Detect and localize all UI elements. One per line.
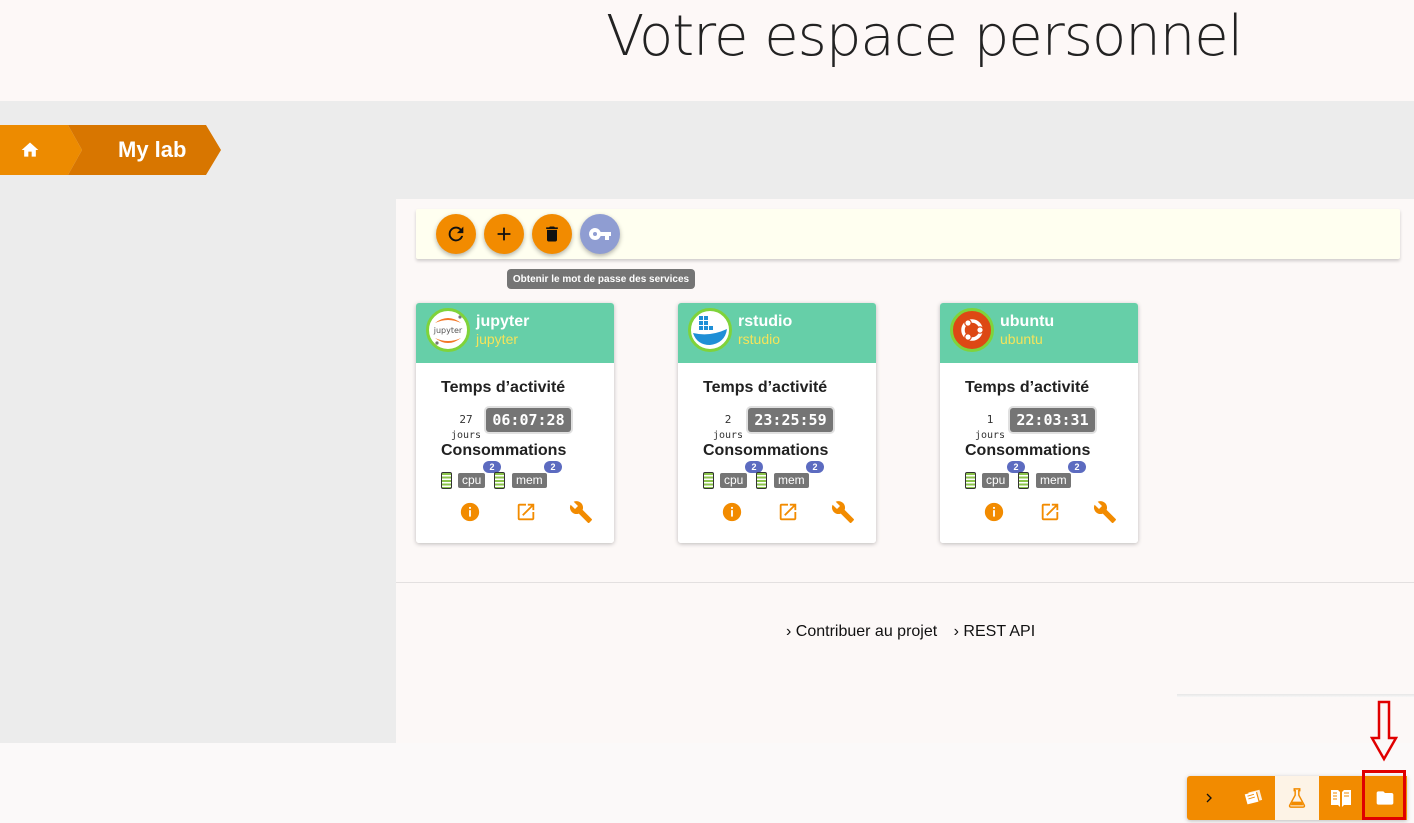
open-external-button[interactable] (1037, 499, 1063, 525)
usage-label: Consommations (441, 442, 567, 459)
cpu-chip: cpu (982, 473, 1010, 488)
card-subtitle: jupyter (476, 331, 519, 347)
trash-icon (546, 226, 558, 242)
mem-count-badge: 2 (544, 461, 562, 473)
mem-battery-icon (494, 472, 505, 489)
mem-count-badge: 2 (1068, 461, 1086, 473)
annotation-highlight-box (1362, 770, 1406, 820)
card-header: rstudio rstudio (678, 303, 876, 363)
info-button[interactable] (719, 499, 745, 525)
info-button[interactable] (457, 499, 483, 525)
contribute-link[interactable]: › Contribuer au projet (786, 623, 937, 640)
chevron-right-icon (1206, 793, 1212, 803)
card-subtitle: rstudio (738, 331, 781, 347)
page-title: Votre espace personnel (606, 4, 1243, 69)
mem-battery-icon (756, 472, 767, 489)
mem-chip: mem (774, 473, 809, 488)
open-external-button[interactable] (513, 499, 539, 525)
mem-battery-icon (1018, 472, 1029, 489)
uptime-clock: 22:03:31 (1010, 408, 1095, 432)
card-title: rstudio (738, 313, 793, 330)
uptime-days-label: jours (712, 430, 744, 441)
card-header: jupyter jupyter jupyter (416, 303, 614, 363)
configure-button[interactable] (1092, 499, 1118, 525)
svg-text:jupyter: jupyter (433, 326, 463, 335)
key-icon (588, 228, 611, 240)
footer-links: › Contribuer au projet › REST API (786, 623, 1047, 641)
uptime-days: 1 (986, 413, 994, 426)
cpu-battery-icon (441, 472, 452, 489)
docker-logo (688, 308, 732, 352)
service-card-ubuntu: ubuntu ubuntu Temps d’activité 1 jours 2… (940, 303, 1138, 543)
configure-button[interactable] (830, 499, 856, 525)
wrench-icon (831, 501, 854, 523)
password-button[interactable] (580, 214, 620, 254)
page-header: Votre espace personnel (0, 0, 1414, 101)
open-external-button[interactable] (775, 499, 801, 525)
breadcrumb-label: My lab (118, 137, 187, 162)
card-subtitle: ubuntu (1000, 331, 1043, 347)
open-external-icon (517, 503, 535, 521)
dock-catalog-button[interactable] (1231, 776, 1275, 820)
cpu-chip: cpu (720, 473, 748, 488)
card-title: ubuntu (1000, 313, 1055, 330)
uptime-days-label: jours (974, 430, 1006, 441)
uptime-days: 27 (459, 413, 473, 426)
info-icon (460, 502, 480, 522)
mem-chip: mem (512, 473, 547, 488)
main-panel: Obtenir le mot de passe des services jup… (396, 199, 1414, 743)
mem-chip: mem (1036, 473, 1071, 488)
flask-icon (1288, 788, 1306, 808)
cpu-battery-icon (965, 472, 976, 489)
usage-label: Consommations (703, 442, 829, 459)
mem-count-badge: 2 (806, 461, 824, 473)
uptime-clock: 06:07:28 (486, 408, 571, 432)
annotation-arrow-icon (1370, 700, 1398, 762)
tooltip: Obtenir le mot de passe des services (507, 269, 695, 289)
configure-button[interactable] (568, 499, 594, 525)
uptime-days-label: jours (450, 430, 482, 441)
refresh-icon (448, 226, 464, 242)
panel-edge (1177, 694, 1414, 697)
cpu-chip: cpu (458, 473, 486, 488)
uptime-label: Temps d’activité (703, 379, 828, 396)
uptime-days: 2 (724, 413, 732, 426)
service-card-rstudio: rstudio rstudio Temps d’activité 2 jours… (678, 303, 876, 543)
breadcrumb-current: My lab (68, 125, 221, 175)
uptime-label: Temps d’activité (441, 379, 566, 396)
dock-mylab-button[interactable] (1275, 776, 1319, 820)
add-button[interactable] (484, 214, 524, 254)
uptime-label: Temps d’activité (965, 379, 1090, 396)
wrench-icon (1093, 501, 1116, 523)
ubuntu-logo (950, 308, 994, 352)
dock-docs-button[interactable] (1319, 776, 1363, 820)
footer-divider (396, 582, 1414, 583)
dock-expand-button[interactable] (1187, 776, 1231, 820)
open-external-icon (779, 503, 797, 521)
jupyter-logo: jupyter (426, 308, 470, 352)
card-header: ubuntu ubuntu (940, 303, 1138, 363)
info-button[interactable] (981, 499, 1007, 525)
book-icon (1331, 790, 1351, 807)
cards-icon (1244, 789, 1263, 805)
refresh-button[interactable] (436, 214, 476, 254)
cpu-battery-icon (703, 472, 714, 489)
open-external-icon (1041, 503, 1059, 521)
uptime-clock: 23:25:59 (748, 408, 833, 432)
delete-button[interactable] (532, 214, 572, 254)
service-card-jupyter: jupyter jupyter jupyter Temps d’activité… (416, 303, 614, 543)
wrench-icon (569, 501, 592, 523)
usage-label: Consommations (965, 442, 1091, 459)
breadcrumb-home[interactable] (0, 125, 82, 175)
rest-api-link[interactable]: › REST API (954, 623, 1036, 640)
info-icon (984, 502, 1004, 522)
plus-icon (497, 227, 511, 241)
info-icon (722, 502, 742, 522)
card-title: jupyter (476, 313, 530, 330)
home-icon (21, 142, 39, 157)
toolbar (416, 209, 1400, 259)
